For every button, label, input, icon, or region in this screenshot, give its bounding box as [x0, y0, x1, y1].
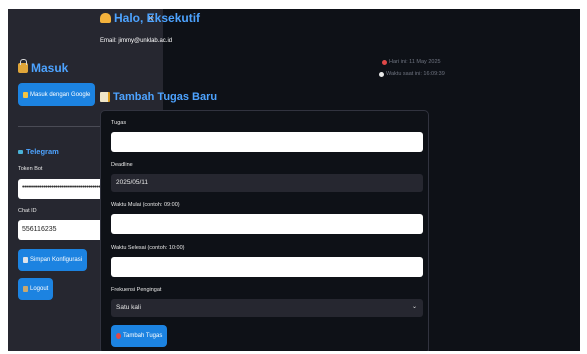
google-login-label: Masuk dengan Google [30, 91, 91, 98]
add-task-form: Tugas Deadline 2025/05/11 Waktu Mulai (c… [100, 110, 429, 351]
google-login-button[interactable]: Masuk dengan Google [18, 83, 96, 106]
date-text: Hari ini: 11 May 2025 [389, 59, 441, 65]
task-label: Tugas [111, 120, 127, 126]
key-icon [23, 91, 28, 98]
end-time-label: Waktu Selesai (contoh: 10:00) [111, 245, 185, 251]
telegram-heading: Telegram [18, 147, 59, 156]
greeting-text: Halo, Eksekutif [114, 11, 201, 25]
time-text: Waktu saat ini: 16:09:39 [386, 71, 445, 77]
add-task-button[interactable]: Tambah Tugas [111, 325, 168, 347]
date-line: Hari ini: 11 May 2025 [382, 59, 441, 65]
pushpin-icon [116, 333, 121, 339]
save-config-button[interactable]: Simpan Konfigurasi [18, 249, 88, 271]
logout-label: Logout [30, 286, 49, 292]
token-label: Token Bot [18, 166, 43, 172]
start-time-input[interactable] [111, 214, 423, 234]
chat-id-label: Chat ID [18, 208, 37, 214]
user-email: Email: jimmy@unklab.ac.id [100, 38, 173, 44]
save-icon [23, 257, 28, 263]
memo-icon [100, 92, 110, 102]
telegram-icon [18, 149, 23, 154]
save-config-label: Simpan Konfigurasi [30, 257, 83, 263]
deadline-label: Deadline [111, 162, 133, 168]
start-time-label: Waktu Mulai (contoh: 09:00) [111, 202, 180, 208]
app-frame: × Masuk Masuk dengan Google Telegram Tok… [8, 9, 580, 351]
time-line: Waktu saat ini: 16:09:39 [379, 71, 445, 77]
frequency-label: Frekuensi Pengingat [111, 287, 162, 293]
frequency-select[interactable]: Satu kali ⌄ [111, 299, 423, 317]
end-time-input[interactable] [111, 257, 423, 277]
greeting-heading: Halo, Eksekutif [100, 11, 200, 25]
login-heading: Masuk [18, 59, 69, 75]
deadline-input[interactable]: 2025/05/11 [111, 174, 423, 192]
login-heading-text: Masuk [31, 61, 69, 75]
clock-icon [379, 71, 384, 77]
add-task-heading: Tambah Tugas Baru [100, 91, 217, 103]
alarm-clock-icon [382, 59, 387, 65]
task-input[interactable] [111, 132, 423, 152]
door-icon [23, 286, 28, 292]
add-task-heading-text: Tambah Tugas Baru [113, 91, 218, 103]
wave-hand-icon [100, 13, 111, 23]
telegram-heading-text: Telegram [26, 147, 59, 156]
logout-button[interactable]: Logout [18, 278, 54, 300]
frequency-value: Satu kali [116, 304, 141, 311]
chevron-down-icon: ⌄ [411, 304, 417, 310]
lock-key-icon [18, 59, 28, 73]
add-task-label: Tambah Tugas [123, 333, 163, 339]
